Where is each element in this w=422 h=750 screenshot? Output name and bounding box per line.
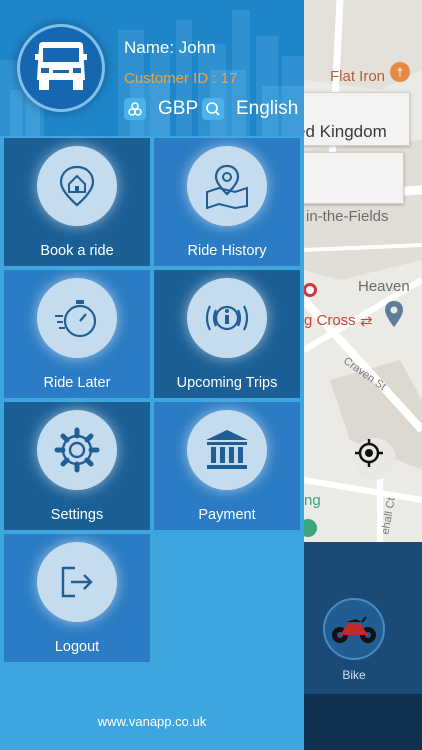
menu-label-ride-later: Ride Later [43,375,111,391]
drawer-header: Name: John Customer ID : 17 GBP English [0,0,304,136]
underground-icon [303,283,317,297]
crosshair-icon [355,439,383,467]
map-label-heaven: Heaven [358,278,410,295]
menu-item-upcoming-trips[interactable]: Upcoming Trips [154,270,300,398]
menu-label-ride-history: Ride History [187,243,267,259]
logout-icon [37,542,117,622]
home-pin-icon [37,146,117,226]
map-label-ng: ng [304,492,321,509]
menu-label-logout: Logout [54,639,100,655]
gear-icon [37,410,117,490]
map-label-flat-iron: Flat Iron [330,68,386,85]
location-pin-icon[interactable] [384,300,404,328]
motorbike-icon [332,616,376,643]
map-label-in-the-fields: in-the-Fields [306,208,389,225]
rail-icon: ⇄ [360,313,373,330]
dropoff-address-field[interactable] [290,152,404,204]
menu-item-logout[interactable]: Logout [4,534,150,662]
van-icon [35,42,87,90]
footer-website-link[interactable]: www.vanapp.co.uk [0,714,304,729]
menu-item-ride-history[interactable]: Ride History [154,138,300,266]
menu-label-payment: Payment [198,507,256,523]
map-label-charing-cross: g Cross [304,312,356,329]
avatar[interactable] [17,24,105,112]
menu-label-upcoming-trips: Upcoming Trips [176,375,278,391]
user-name: Name: John [124,38,216,57]
customer-id: Customer ID : 17 [124,70,238,87]
menu-label-settings: Settings [50,507,104,523]
stopwatch-icon [37,278,117,358]
restaurant-pin-icon[interactable]: † [390,62,410,82]
language-selector[interactable]: English [202,98,298,120]
navigation-drawer: Name: John Customer ID : 17 GBP English … [0,0,304,750]
menu-label-book-a-ride: Book a ride [40,243,114,259]
map-pin-icon [187,146,267,226]
menu-item-book-a-ride[interactable]: Book a ride [4,138,150,266]
menu-item-ride-later[interactable]: Ride Later [4,270,150,398]
language-value: English [236,98,299,119]
bank-icon [187,410,267,490]
menu-item-payment[interactable]: Payment [154,402,300,530]
menu-item-settings[interactable]: Settings [4,402,150,530]
pickup-address-text: ed Kingdom [296,122,387,141]
vehicle-option-bike[interactable] [323,598,385,660]
info-icon [187,278,267,358]
currency-icon [124,98,146,120]
currency-selector[interactable]: GBP [124,98,198,120]
language-icon [202,98,224,120]
currency-value: GBP [158,98,199,119]
vehicle-label-bike: Bike [342,668,366,682]
my-location-button[interactable] [354,438,396,480]
